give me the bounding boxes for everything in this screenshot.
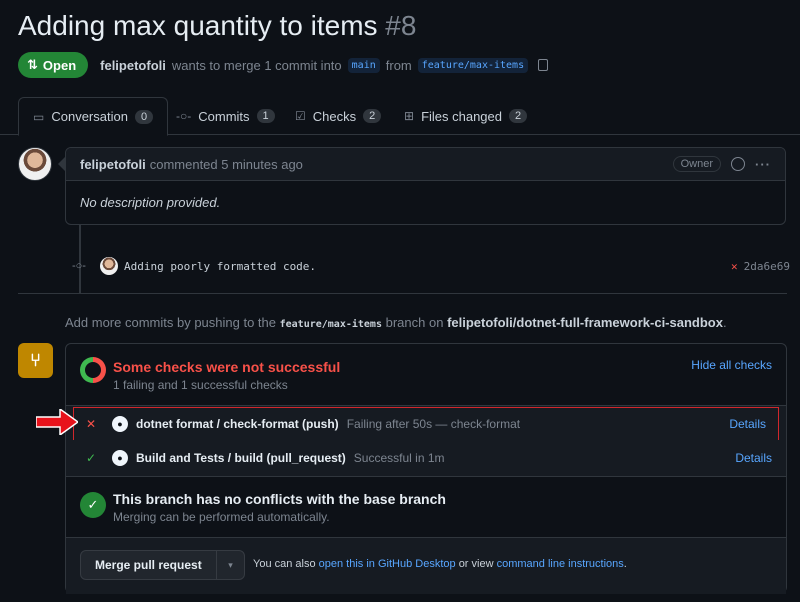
commit-message[interactable]: Adding poorly formatted code. — [124, 260, 316, 273]
check-circle-icon: ✓ — [80, 492, 106, 518]
merge-button-label: Merge pull request — [95, 558, 202, 572]
timeline-divider — [18, 293, 787, 294]
checks-subtitle: 1 failing and 1 successful checks — [113, 378, 288, 392]
base-branch[interactable]: main — [347, 57, 380, 73]
merge-note-middle: or view — [458, 558, 494, 570]
github-logo-icon: ● — [112, 450, 128, 466]
file-diff-icon: ⊞ — [404, 109, 415, 123]
pr-number: #8 — [385, 10, 417, 41]
checks-status-donut-icon — [80, 357, 106, 383]
check-name: dotnet format / check-format (push) — [136, 417, 339, 431]
check-desc: Failing after 50s — check-format — [346, 417, 521, 431]
pr-title: Adding max quantity to items #8 — [18, 10, 416, 42]
annotation-arrow-icon — [36, 409, 78, 435]
avatar[interactable] — [18, 147, 52, 181]
git-merge-icon: ⑂ — [18, 343, 53, 378]
command-line-link[interactable]: command line instructions — [497, 558, 624, 570]
from-text: from — [385, 57, 412, 73]
tab-label: Commits — [198, 108, 250, 124]
checks-header: Some checks were not successful 1 failin… — [66, 344, 786, 406]
chevron-down-icon[interactable]: ▾ — [216, 551, 244, 579]
comment-box: felipetofoli commented 5 minutes ago Own… — [65, 147, 786, 225]
tab-counter: 1 — [256, 109, 275, 123]
comment-body: No description provided. — [80, 195, 221, 210]
tab-counter: 2 — [363, 109, 382, 123]
merge-text: wants to merge 1 commit into — [171, 57, 342, 73]
github-desktop-link[interactable]: open this in GitHub Desktop — [319, 558, 456, 570]
tab-commits[interactable]: -○- Commits 1 — [162, 97, 289, 135]
comment-author[interactable]: felipetofoli — [80, 157, 146, 172]
pr-meta: ⇅ Open felipetofoli wants to merge 1 com… — [18, 52, 549, 78]
state-label: Open — [42, 57, 77, 73]
comment-action: commented 5 minutes ago — [149, 156, 303, 172]
conflict-box: ✓ This branch has no conflicts with the … — [66, 476, 786, 538]
commit-sha[interactable]: 2da6e69 — [744, 260, 790, 273]
check-desc: Successful in 1m — [353, 451, 445, 465]
commit-node-icon: -○- — [72, 260, 86, 272]
fail-x-icon[interactable]: ✕ — [731, 260, 738, 273]
merge-note-suffix: . — [623, 558, 627, 570]
tab-counter: 2 — [509, 109, 528, 123]
pull-request-icon: ⇅ — [27, 57, 38, 72]
tab-conversation[interactable]: ▭ Conversation 0 — [18, 97, 169, 136]
fail-x-icon: ✕ — [86, 417, 97, 431]
head-branch[interactable]: feature/max-items — [417, 57, 529, 73]
comment-icon: ▭ — [33, 109, 45, 124]
state-badge: ⇅ Open — [18, 52, 89, 78]
push-hint: Add more commits by pushing to the featu… — [65, 315, 727, 330]
pr-tabs: ▭ Conversation 0 -○- Commits 1 ☑ Checks … — [0, 97, 800, 136]
hide-all-checks-link[interactable]: Hide all checks — [691, 358, 772, 372]
details-link[interactable]: Details — [735, 451, 772, 465]
conflict-subtitle: Merging can be performed automatically. — [113, 510, 330, 524]
tab-counter: 0 — [134, 109, 154, 124]
hint-repo[interactable]: felipetofoli/dotnet-full-framework-ci-sa… — [447, 315, 723, 330]
commit-row: -○- Adding poorly formatted code. ✕ 2da6… — [72, 255, 790, 277]
tab-label: Checks — [312, 108, 357, 124]
commit-sha-group: ✕ 2da6e69 — [731, 260, 790, 273]
check-name: Build and Tests / build (pull_request) — [136, 451, 346, 465]
merge-pull-request-button[interactable]: Merge pull request ▾ — [80, 550, 245, 580]
author-link[interactable]: felipetofoli — [100, 58, 166, 73]
commit-icon: -○- — [176, 109, 192, 123]
hint-branch: feature/max-items — [279, 319, 382, 330]
tab-files-changed[interactable]: ⊞ Files changed 2 — [390, 97, 541, 135]
checklist-icon: ☑ — [295, 109, 306, 123]
comment-header: felipetofoli commented 5 minutes ago Own… — [66, 148, 785, 181]
owner-badge: Owner — [672, 156, 721, 172]
tab-label: Files changed — [421, 108, 503, 124]
copy-icon[interactable] — [538, 59, 549, 71]
check-row-success-wrap: ✓ ● Build and Tests / build (pull_reques… — [66, 440, 786, 476]
checks-title: Some checks were not successful — [113, 359, 341, 375]
kebab-menu-icon[interactable]: ··· — [755, 157, 771, 172]
conflict-title: This branch has no conflicts with the ba… — [113, 491, 446, 507]
hint-suffix: . — [722, 315, 727, 330]
check-row-failing: ✕ ● dotnet format / check-format (push) … — [72, 406, 780, 442]
hint-middle: branch on — [385, 315, 444, 330]
pr-title-text: Adding max quantity to items — [18, 10, 378, 41]
github-logo-icon: ● — [112, 416, 128, 432]
tab-label: Conversation — [51, 109, 128, 124]
tab-checks[interactable]: ☑ Checks 2 — [281, 97, 395, 135]
hint-prefix: Add more commits by pushing to the — [65, 315, 276, 330]
commit-avatar[interactable] — [100, 257, 118, 275]
details-link[interactable]: Details — [729, 417, 766, 431]
check-row-success: ✓ ● Build and Tests / build (pull_reques… — [66, 440, 786, 476]
check-mark-icon: ✓ — [86, 451, 97, 465]
merge-note: You can also open this in GitHub Desktop… — [253, 558, 627, 570]
merge-actions: Merge pull request ▾ You can also open t… — [66, 538, 786, 594]
smiley-icon[interactable] — [731, 157, 745, 171]
comment-caret — [58, 157, 65, 171]
merge-note-prefix: You can also — [253, 558, 316, 570]
conflict-section: ✓ This branch has no conflicts with the … — [66, 476, 786, 594]
